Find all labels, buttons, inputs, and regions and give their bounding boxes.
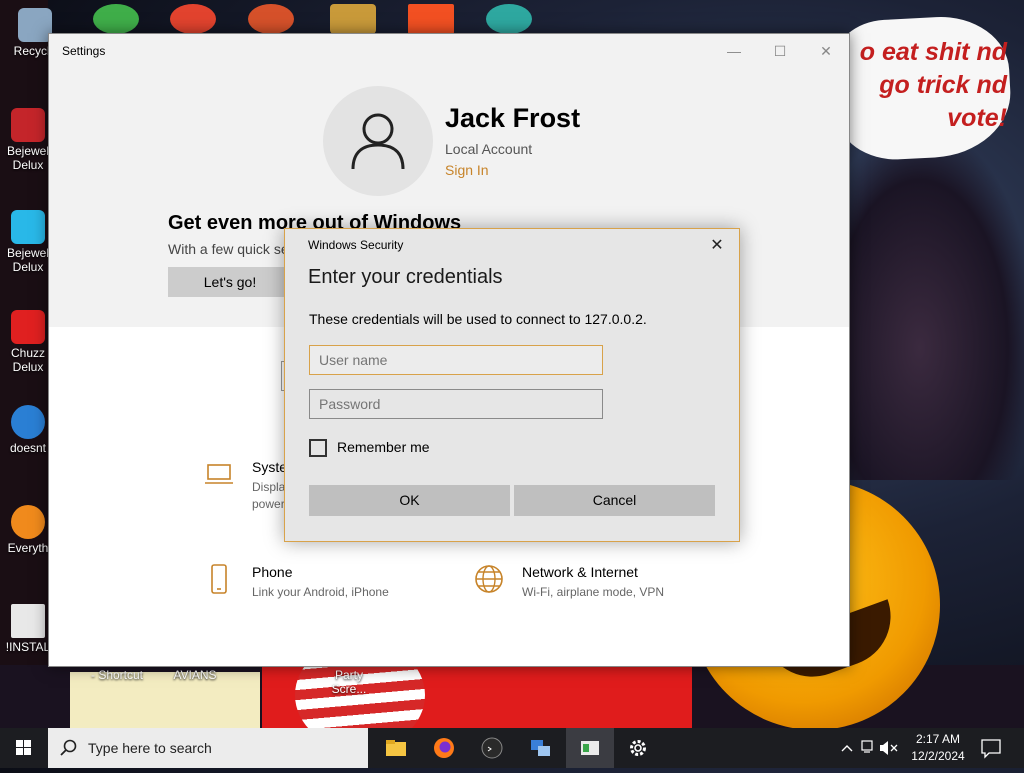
desktop-icon-doesnt[interactable]: doesnt — [4, 405, 52, 455]
wallpaper-tree — [850, 150, 1024, 480]
desktop-top-people-icon[interactable] — [93, 4, 139, 34]
desktop-top-chrome-icon[interactable] — [170, 4, 216, 34]
gear-icon — [630, 740, 646, 756]
system-tray — [836, 728, 906, 768]
category-desc-line2: power — [252, 497, 285, 511]
dialog-caption: Windows Security — [308, 238, 404, 252]
desktop-label-avians[interactable]: AVIANS — [164, 668, 226, 682]
desktop-top-character-icon[interactable] — [486, 4, 532, 34]
minimize-button[interactable]: — — [711, 36, 757, 66]
desktop-icon-label: Bejewel Delux — [6, 246, 50, 274]
taskbar: Type here to search 2:17 AM 12/2/2024 — [0, 728, 1024, 768]
maximize-button[interactable]: ☐ — [757, 36, 803, 66]
clock-date: 12/2/2024 — [911, 749, 965, 763]
account-type: Local Account — [445, 141, 533, 157]
desktop-label-shortcut[interactable]: - Shortcut — [86, 668, 148, 682]
notification-button[interactable] — [978, 736, 1004, 760]
password-input[interactable] — [309, 389, 603, 419]
terminal-icon — [481, 737, 503, 759]
volume-icon[interactable] — [880, 741, 888, 755]
taskbar-file-explorer[interactable] — [372, 728, 420, 768]
desktop-icon-bejeweled-1[interactable]: Bejewel Delux — [4, 108, 52, 172]
dialog-message: These credentials will be used to connec… — [309, 311, 647, 327]
taskbar-network-app[interactable] — [516, 728, 564, 768]
recycle-bin-icon — [18, 8, 52, 42]
computer-network-icon — [531, 740, 550, 756]
taskbar-firefox[interactable] — [420, 728, 468, 768]
taskbar-settings[interactable] — [614, 728, 662, 768]
desktop-top-app-icon[interactable] — [248, 4, 294, 34]
sign-in-link[interactable]: Sign In — [445, 162, 489, 178]
desktop-label-party[interactable]: Party Scre... — [318, 668, 380, 696]
desktop-icon-label: Everyth — [7, 541, 49, 555]
user-icon — [351, 113, 405, 170]
category-title: Network & Internet — [522, 564, 638, 580]
bejeweled-icon — [11, 108, 45, 142]
category-title: Phone — [252, 564, 293, 580]
remember-me-label[interactable]: Remember me — [337, 439, 430, 455]
bird-icon — [11, 405, 45, 439]
desktop-icon-label: Bejewel Delux — [6, 144, 50, 172]
category-desc: Displa power — [252, 479, 285, 513]
magnifier-icon — [11, 505, 45, 539]
folder-icon — [386, 740, 406, 756]
clock-time: 2:17 AM — [915, 732, 961, 746]
taskbar-settings-window[interactable] — [566, 728, 614, 768]
globe-icon — [475, 565, 503, 593]
diamond-icon — [11, 210, 45, 244]
start-button[interactable] — [0, 728, 48, 768]
desktop-icon-bejeweled-2[interactable]: Bejewel Delux — [4, 210, 52, 274]
account-name: Jack Frost — [445, 103, 581, 133]
category-desc: Wi-Fi, airplane mode, VPN — [522, 585, 665, 599]
window-title: Settings — [62, 44, 106, 58]
network-icon[interactable] — [861, 740, 873, 751]
ok-button[interactable]: OK — [309, 485, 510, 516]
notification-icon — [981, 739, 1001, 759]
search-placeholder: Type here to search — [88, 740, 212, 756]
chuzzle-icon — [11, 310, 45, 344]
search-icon — [60, 739, 77, 756]
desktop-icon-label: Chuzz Delux — [10, 346, 45, 374]
close-button[interactable]: ✕ — [803, 36, 849, 66]
cancel-button[interactable]: Cancel — [514, 485, 715, 516]
desktop-icon-chuzzle[interactable]: Chuzz Delux — [4, 310, 52, 374]
settings-window-icon — [581, 741, 599, 755]
chevron-up-icon[interactable] — [841, 745, 853, 752]
taskbar-search[interactable]: Type here to search — [48, 728, 368, 768]
remember-me-checkbox[interactable] — [309, 439, 327, 457]
lets-go-button[interactable]: Let's go! — [168, 267, 292, 297]
taskbar-terminal[interactable] — [468, 728, 516, 768]
desktop-top-office-icon[interactable] — [408, 4, 454, 34]
desktop-icon-install[interactable]: !INSTAL — [4, 604, 52, 654]
taskbar-clock[interactable]: 2:17 AM 12/2/2024 — [906, 731, 970, 765]
category-network[interactable]: Network & Internet Wi-Fi, airplane mode,… — [474, 564, 734, 609]
category-title: Syste — [252, 459, 288, 475]
username-input[interactable] — [309, 345, 603, 375]
desktop-icon-everything[interactable]: Everyth — [4, 505, 52, 555]
desktop-icon-label: !INSTAL — [5, 640, 51, 654]
phone-icon — [211, 564, 227, 594]
category-desc-line1: Displa — [252, 480, 286, 494]
windows-logo-icon — [16, 740, 31, 755]
category-desc: Link your Android, iPhone — [252, 585, 389, 599]
desktop-icon-label: doesnt — [9, 441, 47, 455]
credential-dialog: Windows Security ✕ Enter your credential… — [284, 228, 740, 542]
promo-subtitle: With a few quick se — [168, 241, 289, 257]
firefox-icon — [434, 738, 454, 758]
document-icon — [11, 604, 45, 638]
dialog-heading: Enter your credentials — [308, 266, 503, 288]
avatar[interactable] — [323, 86, 433, 196]
laptop-icon — [205, 464, 233, 484]
category-phone[interactable]: Phone Link your Android, iPhone — [204, 564, 444, 609]
desktop-top-folder-icon[interactable] — [330, 4, 376, 34]
dialog-close-button[interactable]: ✕ — [703, 234, 731, 258]
wallpaper-text: o eat shit nd go trick nd vote! — [859, 38, 1007, 132]
